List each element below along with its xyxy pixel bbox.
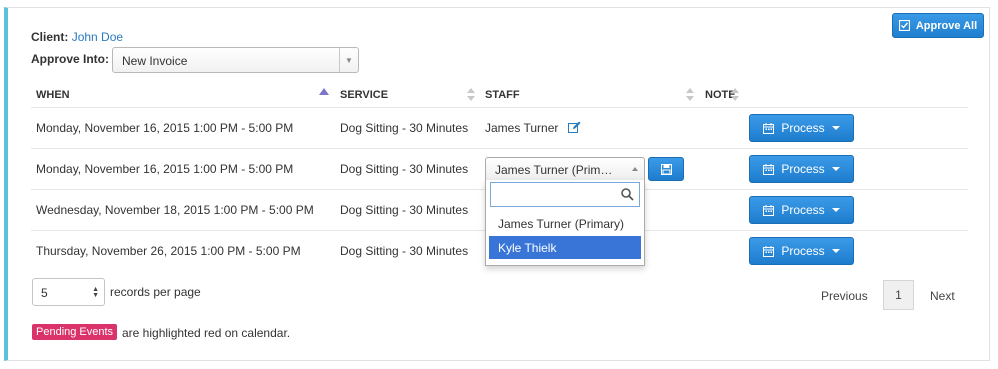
caret-down-icon xyxy=(831,167,840,171)
cell-service: Dog Sitting - 30 Minutes xyxy=(340,244,469,258)
process-label: Process xyxy=(781,203,825,217)
cell-service: Dog Sitting - 30 Minutes xyxy=(340,162,469,176)
staff-select[interactable]: James Turner (Prim… xyxy=(485,157,645,181)
process-button[interactable]: Process xyxy=(749,155,854,183)
check-square-icon xyxy=(898,20,910,31)
sort-icon[interactable] xyxy=(731,88,739,102)
staff-option[interactable]: James Turner (Primary) xyxy=(489,212,641,235)
approve-into-select[interactable]: New Invoice ▼ xyxy=(112,47,359,73)
cell-when: Thursday, November 26, 2015 1:00 PM - 5:… xyxy=(36,244,301,258)
caret-down-icon xyxy=(831,249,840,253)
client-label: Client: xyxy=(31,30,69,44)
per-page-stepper[interactable]: 5 ▲ ▼ xyxy=(32,278,105,306)
calendar-icon xyxy=(763,122,775,134)
column-header-when[interactable]: WHEN xyxy=(36,89,70,101)
calendar-icon xyxy=(763,163,775,175)
cell-service: Dog Sitting - 30 Minutes xyxy=(340,203,469,217)
cell-when: Wednesday, November 18, 2015 1:00 PM - 5… xyxy=(36,203,314,217)
process-label: Process xyxy=(781,121,825,135)
current-page-button[interactable]: 1 xyxy=(883,280,914,310)
next-page-link[interactable]: Next xyxy=(930,289,955,303)
save-icon xyxy=(660,163,672,175)
client-line: Client: John Doe xyxy=(31,30,123,44)
approve-into-value: New Invoice xyxy=(122,54,188,68)
search-icon xyxy=(621,188,634,201)
previous-page-link[interactable]: Previous xyxy=(821,289,868,303)
process-label: Process xyxy=(781,244,825,258)
staff-dropdown: James Turner (Primary) Kyle Thielk xyxy=(485,180,645,266)
cell-when: Monday, November 16, 2015 1:00 PM - 5:00… xyxy=(36,121,294,135)
cell-staff: James Turner xyxy=(485,121,559,135)
staff-select-value: James Turner (Prim… xyxy=(495,163,613,177)
process-button[interactable]: Process xyxy=(749,237,854,265)
sort-ascending-icon[interactable] xyxy=(319,88,329,95)
column-header-staff[interactable]: STAFF xyxy=(485,89,520,101)
staff-option-highlighted[interactable]: Kyle Thielk xyxy=(489,236,641,259)
per-page-label: records per page xyxy=(110,285,201,299)
save-button[interactable] xyxy=(648,157,684,181)
legend-text: are highlighted red on calendar. xyxy=(122,326,291,340)
edit-icon[interactable] xyxy=(568,121,581,133)
sort-icon[interactable] xyxy=(686,88,694,102)
stepper-arrows-icon[interactable]: ▲ ▼ xyxy=(92,286,99,299)
pending-events-badge: Pending Events xyxy=(32,324,118,340)
caret-down-icon xyxy=(831,208,840,212)
caret-down-icon xyxy=(831,126,840,130)
process-button[interactable]: Process xyxy=(749,114,854,142)
per-page-value: 5 xyxy=(41,286,48,300)
calendar-icon xyxy=(763,245,775,257)
row-divider xyxy=(31,148,968,149)
cell-when: Monday, November 16, 2015 1:00 PM - 5:00… xyxy=(36,162,294,176)
staff-search-input[interactable] xyxy=(490,182,640,207)
process-button[interactable]: Process xyxy=(749,196,854,224)
chevron-down-icon: ▼ xyxy=(339,48,358,72)
process-label: Process xyxy=(781,162,825,176)
row-divider xyxy=(31,107,968,108)
approve-all-button[interactable]: Approve All xyxy=(892,13,984,38)
cell-service: Dog Sitting - 30 Minutes xyxy=(340,121,469,135)
sort-icon[interactable] xyxy=(467,88,475,102)
client-name-link[interactable]: John Doe xyxy=(72,30,123,44)
calendar-icon xyxy=(763,204,775,216)
column-header-service[interactable]: SERVICE xyxy=(340,89,388,101)
approve-all-label: Approve All xyxy=(915,19,978,32)
chevron-up-icon xyxy=(632,167,638,171)
approve-into-label: Approve Into: xyxy=(31,52,109,66)
